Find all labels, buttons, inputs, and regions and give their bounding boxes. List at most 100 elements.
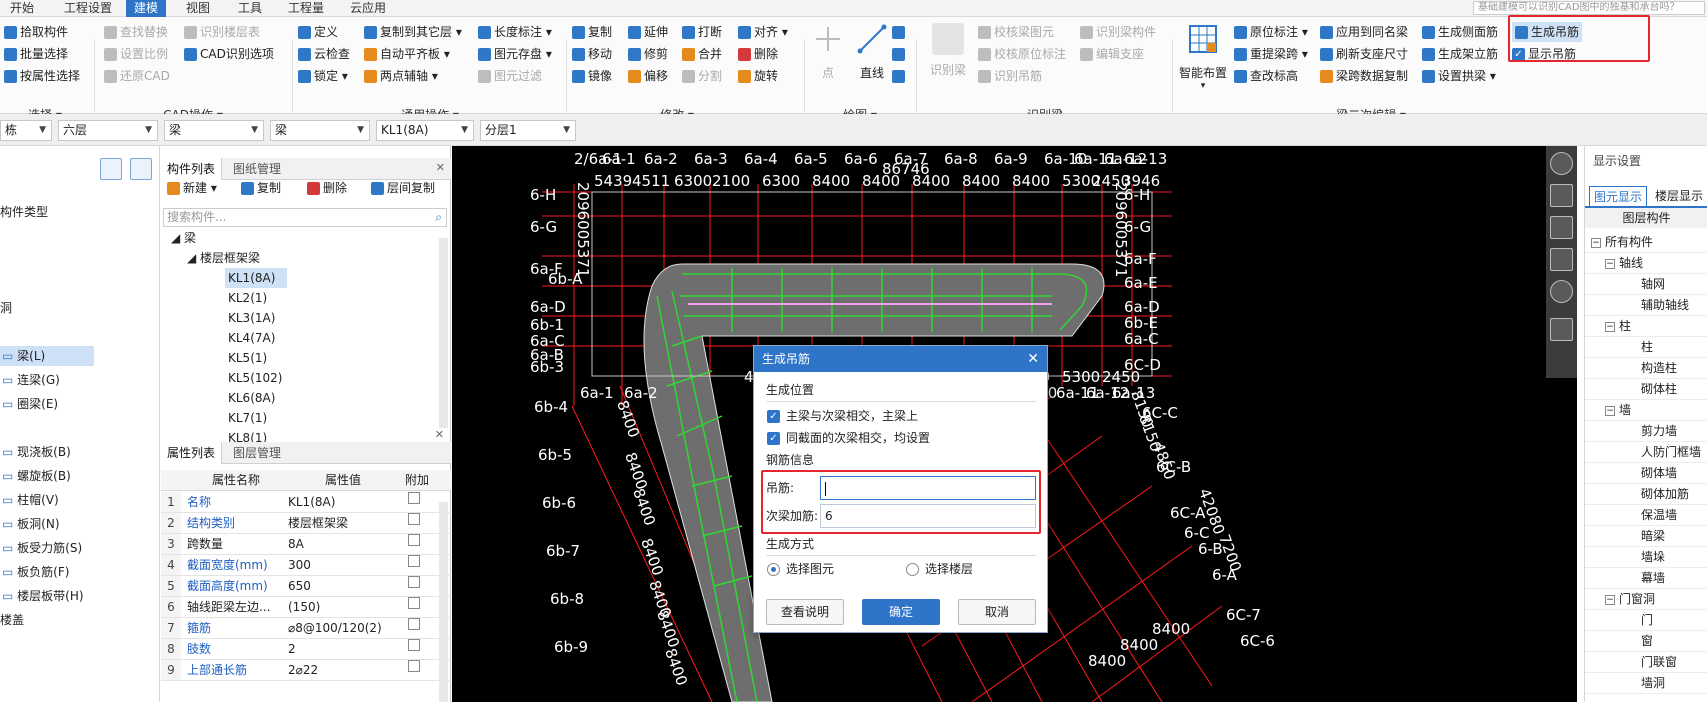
two-point-axis-button[interactable]: 两点辅轴 ▾ [364, 66, 438, 86]
type-item-ring-beam[interactable]: ▭ 圈梁(E) [0, 394, 58, 414]
type-item-slab-hole[interactable]: ▭ 板洞(N) [0, 514, 60, 534]
refresh-support-button[interactable]: 刷新支座尺寸 [1320, 44, 1408, 64]
collapse-toggle-icon[interactable]: − [1605, 594, 1615, 605]
tab-cloud[interactable]: 云应用 [344, 0, 392, 17]
layer-tree-item[interactable]: 门联窗 [1641, 652, 1677, 673]
3d-view-icon[interactable] [1550, 184, 1573, 207]
component-item[interactable]: KL3(1A) [228, 308, 275, 328]
check-beam-elements-button[interactable]: 校核梁图元 [978, 22, 1054, 42]
extra-checkbox[interactable] [408, 576, 420, 588]
tab-modeling[interactable]: 建模 [126, 0, 166, 17]
type-item-coupling-beam[interactable]: ▭ 连梁(G) [0, 370, 60, 390]
grid-view-icon[interactable] [1550, 318, 1573, 341]
rotate-button[interactable]: 旋转 [738, 66, 778, 86]
layer-tree-item[interactable]: 保温墙 [1641, 505, 1677, 526]
define-button[interactable]: 定义 [298, 22, 338, 42]
plan-view-icon[interactable] [1550, 248, 1573, 271]
type-item-cast-slab[interactable]: ▭ 现浇板(B) [0, 442, 71, 462]
gen-erection-rebar-button[interactable]: 生成架立筋 [1422, 44, 1498, 64]
layer-select[interactable]: 分层1 ▼ [480, 120, 576, 141]
check-inplace-button[interactable]: 校核原位标注 [978, 44, 1066, 64]
property-value[interactable]: 650 [288, 576, 398, 596]
extend-button[interactable]: 延伸 [628, 22, 668, 42]
property-value[interactable]: ⌀8@100/120(2) [288, 618, 398, 638]
length-dimension-button[interactable]: 长度标注 ▾ [478, 22, 552, 42]
type-item-floor-cover[interactable]: 楼盖 [0, 610, 24, 630]
recognize-hanger-button[interactable]: 识别吊筋 [978, 66, 1042, 86]
point-tool-button[interactable]: 点 [808, 23, 848, 81]
cad-options-button[interactable]: CAD识别选项 [184, 44, 274, 64]
rotate-view-icon[interactable] [1550, 280, 1573, 303]
align-button[interactable]: 对齐 ▾ [738, 22, 788, 42]
batch-select-button[interactable]: 批量选择 [4, 44, 68, 64]
property-value[interactable]: 2⌀22 [288, 660, 398, 680]
table-row[interactable]: 2 结构类别 楼层框架梁 [161, 513, 451, 534]
copy-span-data-button[interactable]: 梁跨数据复制 [1320, 66, 1408, 86]
table-row[interactable]: 1 名称 KL1(8A) [161, 492, 451, 513]
layer-tree-item[interactable]: 轴网 [1641, 274, 1665, 295]
component-item[interactable]: KL5(1) [228, 348, 267, 368]
layer-tree-item[interactable]: 构造柱 [1641, 358, 1677, 379]
close-icon[interactable]: ✕ [1027, 346, 1039, 372]
layer-tree-item[interactable]: − 门窗洞 [1605, 589, 1655, 610]
type-select[interactable]: 梁 ▼ [270, 120, 370, 141]
inplace-annotation-button[interactable]: 原位标注 ▾ [1234, 22, 1308, 42]
filter-elements-button[interactable]: 图元过滤 [478, 66, 542, 86]
category-select[interactable]: 梁 ▼ [164, 120, 264, 141]
floor-select[interactable]: 六层 ▼ [58, 120, 158, 141]
smart-layout-button[interactable]: 智能布置 ▾ [1176, 23, 1230, 91]
restore-cad-button[interactable]: 还原CAD [104, 66, 170, 86]
extra-checkbox[interactable] [408, 639, 420, 651]
gen-side-rebar-button[interactable]: 生成侧面筋 [1422, 22, 1498, 42]
edit-support-button[interactable]: 编辑支座 [1080, 44, 1144, 64]
tab-element-display[interactable]: 图元显示 [1589, 186, 1648, 206]
delete-button[interactable]: 删除 [738, 44, 778, 64]
reextract-span-button[interactable]: 重提梁跨 ▾ [1234, 44, 1308, 64]
layer-tree-item[interactable]: 辅助轴线 [1641, 295, 1689, 316]
recognize-beam-button[interactable]: 识别梁 [922, 23, 974, 78]
copy-button[interactable]: 复制 [572, 22, 612, 42]
extra-checkbox[interactable] [408, 513, 420, 525]
save-elements-button[interactable]: 图元存盘 ▾ [478, 44, 552, 64]
table-row[interactable]: 8 肢数 2 [161, 639, 451, 660]
cancel-button[interactable]: 取消 [958, 599, 1036, 625]
offset-button[interactable]: 偏移 [628, 66, 668, 86]
tab-property-list[interactable]: 属性列表 [161, 442, 223, 464]
arc-tool-button[interactable] [892, 22, 908, 42]
trim-button[interactable]: 修剪 [628, 44, 668, 64]
layer-tree-item[interactable]: 人防门框墙 [1641, 442, 1701, 463]
cloud-check-button[interactable]: 云检查 [298, 44, 350, 64]
main-beam-checkbox[interactable]: ✓ 主梁与次梁相交，主梁上 [767, 406, 918, 426]
building-select[interactable]: 栋 ▼ [0, 120, 52, 141]
extra-checkbox[interactable] [408, 618, 420, 630]
table-row[interactable]: 5 截面高度(mm) 650 [161, 576, 451, 597]
circle-tool-button[interactable] [892, 44, 908, 64]
tab-tools[interactable]: 工具 [232, 0, 268, 17]
break-button[interactable]: 打断 [682, 22, 722, 42]
close-icon[interactable]: ✕ [435, 428, 444, 441]
collapse-toggle-icon[interactable]: − [1605, 321, 1615, 332]
component-item[interactable]: KL1(8A) [225, 268, 287, 288]
layer-tree-item[interactable]: 幕墙 [1641, 568, 1665, 589]
type-item-slab-rebar[interactable]: ▭ 板受力筋(S) [0, 538, 82, 558]
line-tool-button[interactable]: 直线 [852, 23, 892, 81]
recognize-beam-component-button[interactable]: 识别梁构件 [1080, 22, 1156, 42]
delete-component-button[interactable]: 删除 [307, 179, 347, 197]
layer-tree-item[interactable]: 砌体柱 [1641, 379, 1677, 400]
extra-checkbox[interactable] [408, 492, 420, 504]
collapse-toggle-icon[interactable]: − [1605, 258, 1615, 269]
component-item[interactable]: KL2(1) [228, 288, 267, 308]
copy-between-floors-button[interactable]: 层间复制 [371, 179, 435, 197]
select-floor-radio[interactable]: 选择楼层 [906, 560, 973, 578]
rect-tool-button[interactable] [892, 66, 908, 86]
collapse-toggle-icon[interactable]: − [1605, 405, 1615, 416]
move-button[interactable]: 移动 [572, 44, 612, 64]
recognize-floor-table-button[interactable]: 识别楼层表 [184, 22, 260, 42]
component-select[interactable]: KL1(8A) ▼ [376, 120, 474, 141]
tab-drawing-management[interactable]: 图纸管理 [227, 158, 287, 180]
select-element-radio[interactable]: 选择图元 [767, 560, 834, 578]
globe-view-icon[interactable] [1550, 152, 1573, 175]
layer-tree-item[interactable]: 柱 [1641, 337, 1653, 358]
split-button[interactable]: 分割 [682, 66, 722, 86]
layer-tree-item[interactable]: 窗 [1641, 631, 1653, 652]
